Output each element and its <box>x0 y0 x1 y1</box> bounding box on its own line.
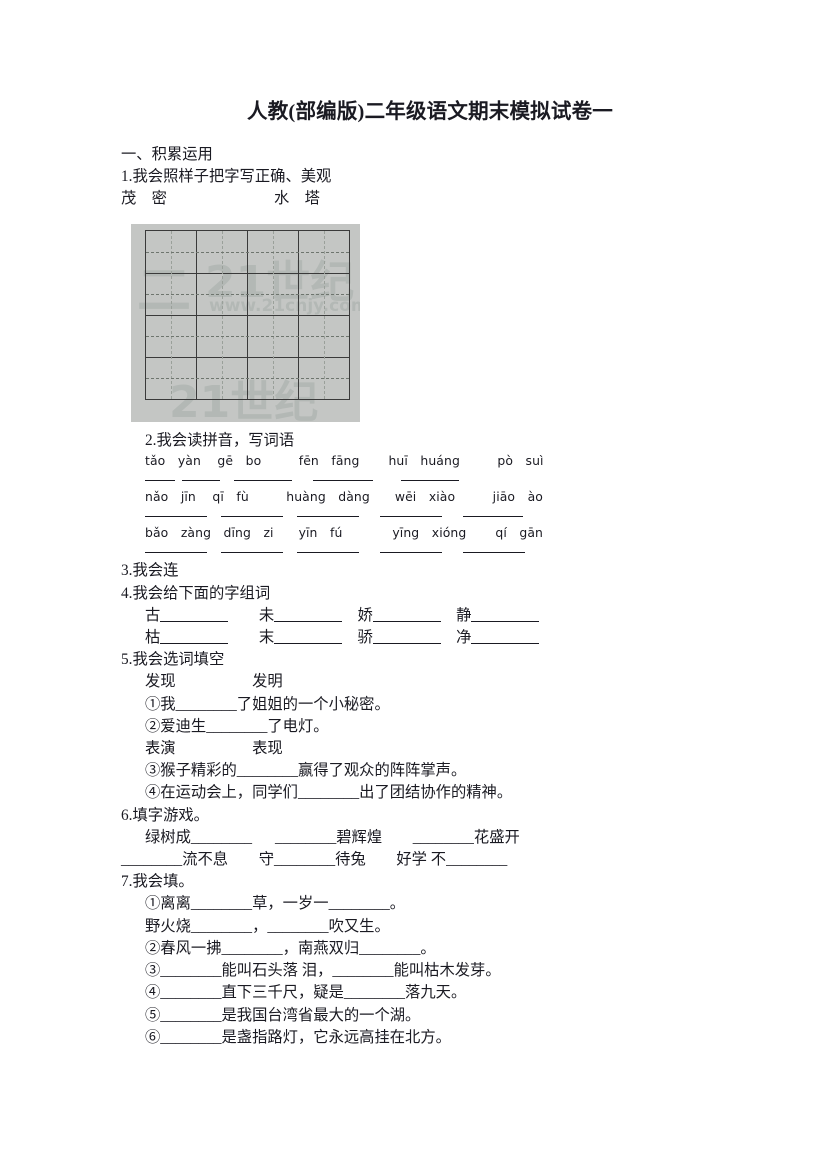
q4-char: 骄 <box>357 629 373 647</box>
question-5-item-1: ①我________了姐姐的一个小秘密。 <box>145 695 390 713</box>
grid-hdash-3 <box>146 336 349 338</box>
answer-blank[interactable] <box>182 469 220 482</box>
answer-blank[interactable] <box>145 505 207 518</box>
answer-blank[interactable] <box>463 505 523 518</box>
grid-vdash-2 <box>222 231 223 400</box>
question-7-item-4: ③________能叫石头落 泪，________能叫枯木发芽。 <box>145 962 501 980</box>
q4-char: 娇 <box>357 606 373 624</box>
question-7-item-5: ④________直下三千尺，疑是________落九天。 <box>145 984 467 1002</box>
grid-vdash-1 <box>171 231 172 400</box>
question-6-prompt: 6.填字游戏。 <box>121 806 209 824</box>
question-5-choices-1: 发现 发明 <box>145 673 283 691</box>
question-4-row-2: 枯 末 骄 净 <box>121 627 721 649</box>
question-5-item-4: ④在运动会上，同学们________出了团结协作的精神。 <box>145 784 513 802</box>
question-2-prompt: 2.我会读拼音，写词语 <box>145 432 295 450</box>
question-1-prompt: 1.我会照样子把字写正确、美观 <box>121 167 332 185</box>
question-2-answer-line-3 <box>121 541 721 558</box>
answer-blank[interactable] <box>471 630 540 645</box>
q6-phrase: ________流不息 <box>121 851 229 869</box>
q6-phrase: ________碧辉煌 <box>275 828 383 846</box>
question-2-pinyin-row-1: tǎo yàn gē bo fēn fāng huī huáng pò suì <box>145 453 544 469</box>
question-2-answer-line-2 <box>121 505 721 522</box>
answer-blank[interactable] <box>234 469 292 482</box>
question-5-choices-2: 表演 表现 <box>145 740 283 758</box>
answer-blank[interactable] <box>145 469 175 482</box>
q6-phrase: 好学 不________ <box>396 851 508 869</box>
question-2-answer-line-1 <box>121 469 721 486</box>
page-title: 人教(部编版)二年级语文期末模拟试卷一 <box>247 101 613 123</box>
answer-blank[interactable] <box>372 608 441 622</box>
grid-hline-2 <box>146 315 349 317</box>
answer-blank[interactable] <box>297 541 359 554</box>
answer-blank[interactable] <box>160 630 229 645</box>
question-7-item-3: ②春风一拂________，南燕双归________。 <box>145 939 436 957</box>
q4-char: 枯 <box>145 629 161 647</box>
answer-blank[interactable] <box>313 469 373 482</box>
question-7-item-1: ①离离________草，一岁一________。 <box>145 895 406 913</box>
answer-blank[interactable] <box>221 541 283 554</box>
q4-char: 净 <box>456 629 472 647</box>
question-6-row-1: 绿树成________ ________碧辉煌 ________花盛开 <box>121 827 721 849</box>
question-3-prompt: 3.我会连 <box>121 562 179 580</box>
q6-phrase: 守________待兔 <box>258 851 366 869</box>
q6-phrase: ________花盛开 <box>412 828 520 846</box>
question-2-pinyin-row-2: nǎo jīn qī fù huàng dàng wēi xiào jiāo à… <box>145 489 543 505</box>
grid-vdash-4 <box>324 231 325 400</box>
question-4-prompt: 4.我会给下面的字组词 <box>121 584 271 602</box>
q4-char: 未 <box>258 606 275 624</box>
question-5-item-3: ③猴子精彩的________赢得了观众的阵阵掌声。 <box>145 762 467 780</box>
question-4-row-1: 古 未 娇 静 <box>121 605 721 627</box>
answer-blank[interactable] <box>471 608 540 622</box>
question-5-item-2: ②爱迪生________了电灯。 <box>145 717 329 735</box>
grid-hdash-4 <box>146 378 349 380</box>
question-5-prompt: 5.我会选词填空 <box>121 651 225 669</box>
character-practice-grid-image: 二 21世纪 www.21cnjy.com 21世纪 <box>131 224 360 423</box>
document-content: 人教(部编版)二年级语文期末模拟试卷一 一、积累运用 1.我会照样子把字写正确、… <box>121 100 721 1049</box>
answer-blank[interactable] <box>463 541 525 554</box>
question-7-item-2: 野火烧________，________吹又生。 <box>145 917 390 935</box>
answer-blank[interactable] <box>221 505 283 518</box>
answer-blank[interactable] <box>145 541 207 554</box>
section-heading-one: 一、积累运用 <box>121 145 213 163</box>
question-6-row-2: ________流不息 守________待兔 好学 不________ <box>121 849 721 871</box>
answer-blank[interactable] <box>380 505 442 518</box>
answer-blank[interactable] <box>372 630 441 645</box>
q6-phrase: 绿树成________ <box>145 828 253 846</box>
document-page: 人教(部编版)二年级语文期末模拟试卷一 一、积累运用 1.我会照样子把字写正确、… <box>0 0 826 1168</box>
grid-hline-1 <box>146 273 349 275</box>
q4-char: 末 <box>258 629 275 647</box>
answer-blank[interactable] <box>380 541 442 554</box>
answer-blank[interactable] <box>401 469 459 482</box>
question-7-prompt: 7.我会填。 <box>121 873 194 891</box>
grid-hline-3 <box>146 357 349 359</box>
grid-hdash-2 <box>146 294 349 296</box>
question-7-item-6: ⑤________是我国台湾省最大的一个湖。 <box>145 1006 421 1024</box>
answer-blank[interactable] <box>274 608 343 622</box>
answer-blank[interactable] <box>160 608 229 622</box>
q4-char: 静 <box>456 606 472 624</box>
q4-char: 古 <box>145 606 161 624</box>
grid-hdash-1 <box>146 252 349 254</box>
tianzige-grid <box>145 230 350 401</box>
question-2-pinyin-row-3: bǎo zàng dīng zi yīn fú yīng xióng qí gā… <box>145 525 543 541</box>
question-1-examples: 茂 密 水 塔 <box>121 190 320 208</box>
grid-vdash-3 <box>273 231 274 400</box>
answer-blank[interactable] <box>297 505 359 518</box>
answer-blank[interactable] <box>274 630 343 645</box>
question-7-item-7: ⑥________是盏指路灯，它永远高挂在北方。 <box>145 1028 451 1046</box>
